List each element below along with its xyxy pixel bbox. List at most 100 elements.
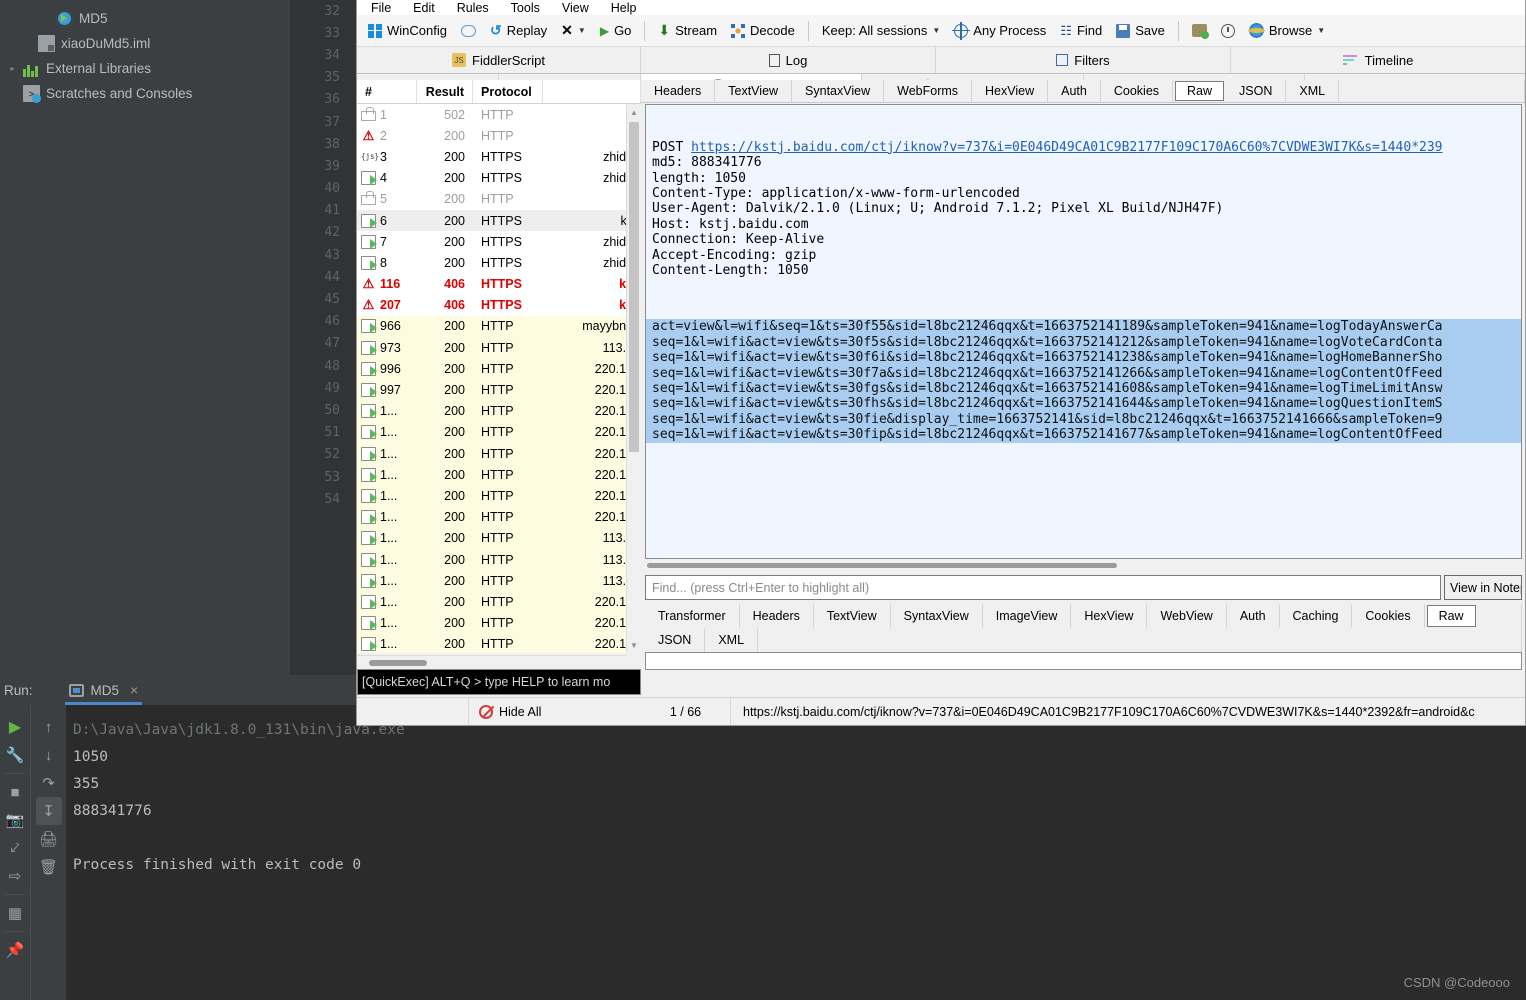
request-inspector-tabs[interactable]: Headers TextView SyntaxView WebForms HexView… xyxy=(641,80,1525,103)
tab-filters[interactable]: Filters xyxy=(936,47,1231,73)
toolbar-winconfig[interactable]: WinConfig xyxy=(363,21,452,40)
toolbar-comment[interactable] xyxy=(456,23,481,39)
response-tab-headers[interactable]: Headers xyxy=(740,604,814,628)
trash-icon[interactable]: 🗑 xyxy=(36,853,62,881)
scroll-up-icon[interactable]: ▲ xyxy=(627,104,641,120)
run-actions-left[interactable]: ▶ 🔧 ■ 📷 ⤦ ⇨ ▦ 📌 xyxy=(0,705,30,1000)
request-url-link[interactable]: https://kstj.baidu.com/ctj/iknow?v=737&i… xyxy=(691,140,1442,155)
table-row[interactable]: 1... 200 HTTP 220.19 xyxy=(357,591,641,613)
table-row[interactable]: 6200HTTPSks xyxy=(357,209,641,232)
run-icon[interactable]: ▶ xyxy=(2,713,28,741)
chevron-down-icon[interactable]: ▼ xyxy=(578,26,586,35)
response-tab-hexview[interactable]: HexView xyxy=(1071,604,1148,628)
table-row[interactable]: 1... 200 HTTP 220.19 xyxy=(357,421,641,443)
column-header-num[interactable]: # xyxy=(357,80,417,103)
restore-layout-icon[interactable]: ⤦ xyxy=(2,834,28,862)
table-row[interactable]: 8 200 HTTPS zhida xyxy=(357,252,641,273)
scroll-to-end-icon[interactable]: ↧ xyxy=(35,797,62,825)
toolbar-save[interactable]: Save xyxy=(1111,21,1170,40)
statusbar-right[interactable]: 1 / 66 https://kstj.baidu.com/ctj/iknow?… xyxy=(641,697,1525,725)
response-tab-xml[interactable]: XML xyxy=(705,628,759,652)
tree-item-md5[interactable]: MD5 xyxy=(0,6,290,31)
pin-icon[interactable]: 📌 xyxy=(2,936,28,964)
layout-icon[interactable]: ▦ xyxy=(2,899,28,927)
menu-item-help[interactable]: Help xyxy=(611,1,637,15)
toolbar-replay[interactable]: ↺ Replay xyxy=(485,20,552,41)
statusbar-capture-segment[interactable] xyxy=(357,698,469,725)
run-tab-md5[interactable]: MD5 × xyxy=(64,675,143,705)
table-row[interactable]: ⚠116406HTTPSks xyxy=(357,274,641,295)
column-header-protocol[interactable]: Protocol xyxy=(473,80,543,103)
tab-log[interactable]: Log xyxy=(641,47,936,73)
menu-item-rules[interactable]: Rules xyxy=(457,1,489,15)
raw-hscrollbar[interactable] xyxy=(645,559,1522,572)
run-console-output[interactable]: D:\Java\Java\jdk1.8.0_131\bin\java.exe 10… xyxy=(66,705,1526,1000)
sessions-list[interactable]: 1 502 HTTP ⚠ 2 200 HTTP {js} 3 200 HTTPS zhida 4 200 H… xyxy=(357,104,641,653)
chevron-right-icon[interactable]: ▸ xyxy=(8,64,17,73)
request-tab-json[interactable]: JSON xyxy=(1226,80,1287,102)
table-row[interactable]: 7 200 HTTPS zhida xyxy=(357,231,641,252)
response-raw-view[interactable] xyxy=(645,652,1522,670)
soft-wrap-icon[interactable]: ↷ xyxy=(36,769,62,797)
request-tab-xml[interactable]: XML xyxy=(1286,80,1340,102)
toolbar-timer[interactable] xyxy=(1216,22,1240,40)
response-tab-raw[interactable]: Raw xyxy=(1426,605,1476,627)
response-tab-textview[interactable]: TextView xyxy=(814,604,891,628)
request-tab-hexview[interactable]: HexView xyxy=(972,80,1049,102)
print-icon[interactable]: 🖨 xyxy=(36,825,62,853)
response-tab-cookies[interactable]: Cookies xyxy=(1352,604,1425,628)
response-tab-imageview[interactable]: ImageView xyxy=(983,604,1072,628)
table-row[interactable]: 1 502 HTTP xyxy=(357,104,641,125)
wrench-icon[interactable]: 🔧 xyxy=(2,741,28,769)
toolbar-go[interactable]: ▶ Go xyxy=(595,21,637,40)
response-tab-json[interactable]: JSON xyxy=(645,628,706,652)
camera-icon[interactable]: 📷 xyxy=(2,806,28,834)
sessions-header[interactable]: # Result Protocol xyxy=(357,80,641,104)
view-in-notepad-button[interactable]: View in Notepad xyxy=(1444,575,1522,600)
request-raw-view[interactable]: POST https://kstj.baidu.com/ctj/iknow?v=… xyxy=(645,104,1522,559)
menu-item-edit[interactable]: Edit xyxy=(413,1,435,15)
scrollbar-thumb[interactable] xyxy=(369,660,427,666)
toolbar[interactable]: WinConfig ↺ Replay ✕ ▼ ▶ Go ⬇ Stream Dec… xyxy=(357,15,1525,47)
table-row[interactable]: 1... 200 HTTP 220.19 xyxy=(357,612,641,634)
close-icon[interactable]: × xyxy=(130,682,138,698)
table-row[interactable]: ⚠ 2 200 HTTP xyxy=(357,125,641,146)
tab-timeline[interactable]: Timeline xyxy=(1231,47,1525,73)
request-tab-syntaxview[interactable]: SyntaxView xyxy=(792,80,885,102)
toolbar-screenshot[interactable] xyxy=(1187,22,1212,39)
tree-item-iml[interactable]: xiaoDuMd5.iml xyxy=(0,31,290,56)
request-tab-raw[interactable]: Raw xyxy=(1175,81,1225,101)
table-row[interactable]: 1... 200 HTTP 220.19 xyxy=(357,506,641,528)
table-row[interactable]: 1... 200 HTTP 220.19 xyxy=(357,485,641,507)
export-icon[interactable]: ⇨ xyxy=(2,862,28,890)
project-tree[interactable]: MD5 xiaoDuMd5.iml ▸ External Libraries >… xyxy=(0,0,290,675)
chevron-down-icon[interactable]: ▼ xyxy=(932,26,940,35)
fiddler-window[interactable]: File Edit Rules Tools View Help WinConfig ↺ R… xyxy=(356,0,1526,726)
menu-item-file[interactable]: File xyxy=(371,1,391,15)
column-header-host[interactable] xyxy=(543,80,641,103)
scrollbar-thumb[interactable] xyxy=(629,122,639,452)
table-row[interactable]: 997 200 HTTP 220.19 xyxy=(357,379,641,401)
tab-fiddlerscript[interactable]: JS FiddlerScript xyxy=(357,47,641,73)
toolbar-keep-sessions[interactable]: Keep: All sessions ▼ xyxy=(817,21,945,40)
toolbar-find[interactable]: ☷ Find xyxy=(1055,21,1107,41)
response-inspector-tabs[interactable]: Transformer Headers TextView SyntaxView Imag… xyxy=(645,604,1522,652)
request-tab-textview[interactable]: TextView xyxy=(715,80,793,102)
up-arrow-icon[interactable]: ↑ xyxy=(36,713,62,741)
request-tab-cookies[interactable]: Cookies xyxy=(1101,80,1174,102)
table-row[interactable]: 1... 200 HTTP 113.9 xyxy=(357,570,641,592)
find-row[interactable]: Find... (press Ctrl+Enter to highlight a… xyxy=(645,575,1522,600)
quickexec-box[interactable]: [QuickExec] ALT+Q > type HELP to learn m… xyxy=(357,669,641,695)
menu-bar[interactable]: File Edit Rules Tools View Help xyxy=(357,0,1525,15)
table-row[interactable]: 1... 200 HTTP 220.19 xyxy=(357,443,641,465)
sessions-pane[interactable]: # Result Protocol 1 502 HTTP ⚠ 2 200 HTTP {js} 3… xyxy=(357,80,641,725)
request-tab-webforms[interactable]: WebForms xyxy=(884,80,973,102)
response-tab-webview[interactable]: WebView xyxy=(1147,604,1227,628)
table-row[interactable]: 1... 200 HTTP 220.19 xyxy=(357,633,641,653)
tree-item-scratches[interactable]: > Scratches and Consoles xyxy=(0,81,290,106)
response-tab-caching[interactable]: Caching xyxy=(1280,604,1353,628)
response-tab-syntaxview[interactable]: SyntaxView xyxy=(891,604,983,628)
table-row[interactable]: {js} 3 200 HTTPS zhida xyxy=(357,146,641,167)
table-row[interactable]: 973 200 HTTP 113.9 xyxy=(357,337,641,359)
fiddler-tabs-row1[interactable]: JS FiddlerScript Log Filters Timeline xyxy=(357,47,1525,74)
